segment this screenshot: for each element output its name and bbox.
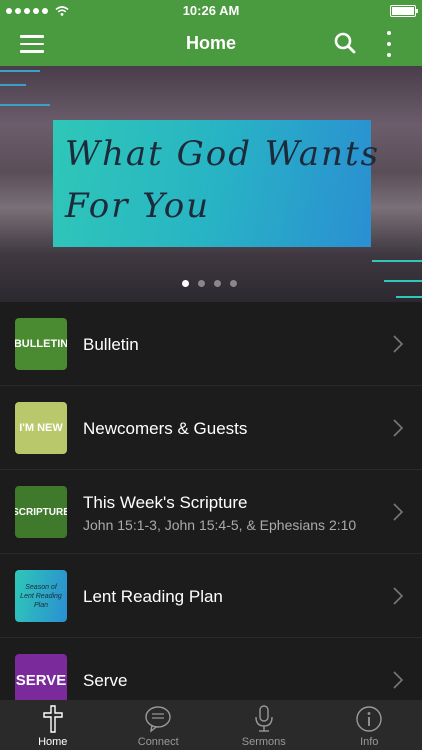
banner-title-line-1: What God Wants bbox=[65, 134, 381, 174]
nav-bar: Home bbox=[0, 22, 422, 66]
list-item-title: Serve bbox=[83, 671, 128, 690]
tab-home[interactable]: Home bbox=[0, 700, 106, 750]
chevron-right-icon bbox=[393, 587, 404, 605]
list-item-title: Bulletin bbox=[83, 335, 139, 354]
chat-bubble-icon bbox=[145, 706, 171, 733]
list-item-bulletin[interactable]: BULLETIN Bulletin bbox=[0, 302, 422, 386]
chevron-right-icon bbox=[393, 335, 404, 353]
pager-dot[interactable] bbox=[198, 280, 205, 287]
list-item-title: Newcomers & Guests bbox=[83, 419, 248, 438]
list-item-title: This Week's Scripture bbox=[83, 493, 248, 512]
lent-reading-plan-thumbnail: Season of Lent Reading Plan bbox=[15, 570, 67, 622]
featured-banner[interactable]: What God Wants For You bbox=[0, 66, 422, 302]
tab-sermons[interactable]: Sermons bbox=[211, 700, 317, 750]
chevron-right-icon bbox=[393, 671, 404, 689]
pager-dot[interactable] bbox=[214, 280, 221, 287]
info-icon bbox=[356, 706, 382, 732]
pager-dot[interactable] bbox=[230, 280, 237, 287]
cross-icon bbox=[43, 705, 63, 733]
tab-bar: Home Connect Sermons Info bbox=[0, 700, 422, 750]
tab-label: Home bbox=[38, 736, 68, 748]
list-item-subtitle: John 15:1-3, John 15:4-5, & Ephesians 2:… bbox=[83, 517, 357, 533]
status-time: 10:26 AM bbox=[182, 3, 240, 18]
pager-dot[interactable] bbox=[182, 280, 189, 287]
list-item-title: Lent Reading Plan bbox=[83, 587, 223, 606]
serve-thumbnail: SERVE bbox=[15, 654, 67, 706]
banner-title-line-2: For You bbox=[65, 186, 211, 226]
scripture-thumbnail: SCRIPTURE bbox=[15, 486, 67, 538]
list-item-scripture[interactable]: SCRIPTURE This Week's Scripture John 15:… bbox=[0, 470, 422, 554]
list-item-newcomers[interactable]: I'M NEW Newcomers & Guests bbox=[0, 386, 422, 470]
banner-title-card: What God Wants For You bbox=[53, 120, 378, 247]
tab-label: Sermons bbox=[241, 736, 286, 748]
list-item-lent-reading-plan[interactable]: Season of Lent Reading Plan Lent Reading… bbox=[0, 554, 422, 638]
battery-icon bbox=[390, 5, 418, 17]
chevron-right-icon bbox=[393, 419, 404, 437]
tab-connect[interactable]: Connect bbox=[106, 700, 212, 750]
microphone-icon bbox=[255, 705, 273, 732]
banner-pager[interactable] bbox=[182, 280, 237, 287]
more-options-icon[interactable] bbox=[384, 31, 394, 57]
tab-label: Connect bbox=[137, 736, 179, 748]
page-title: Home bbox=[185, 33, 236, 53]
status-bar: 10:26 AM bbox=[0, 0, 422, 22]
bulletin-thumbnail: BULLETIN bbox=[15, 318, 67, 370]
newcomers-thumbnail: I'M NEW bbox=[15, 402, 67, 454]
chevron-right-icon bbox=[393, 503, 404, 521]
tab-info[interactable]: Info bbox=[317, 700, 422, 750]
search-icon[interactable] bbox=[334, 32, 356, 54]
tab-label: Info bbox=[360, 736, 379, 748]
